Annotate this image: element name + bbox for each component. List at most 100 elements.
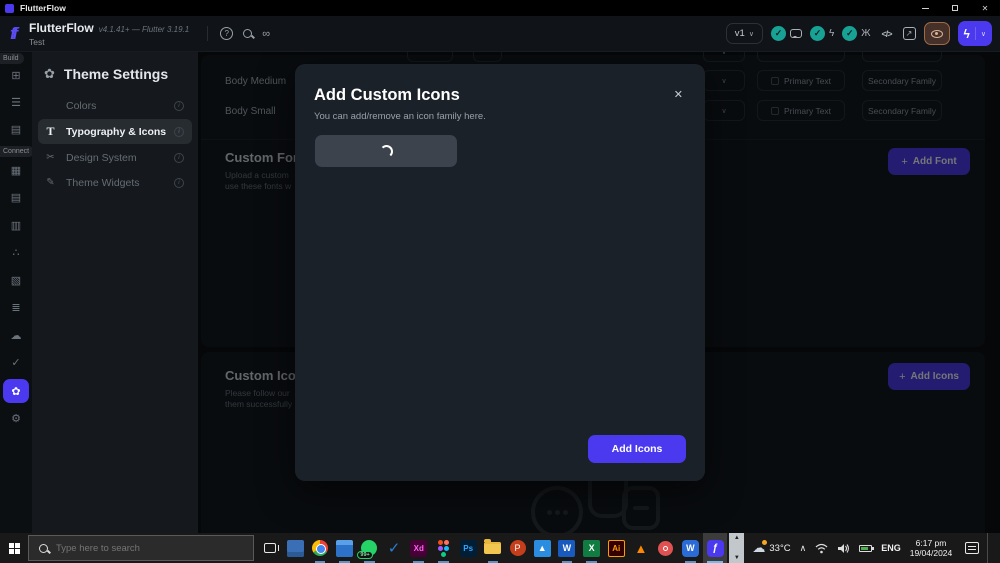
action-center-icon[interactable] xyxy=(965,542,979,554)
word-icon: W xyxy=(558,540,575,557)
menu-item-label: Theme Widgets xyxy=(66,177,140,189)
widget-tree-icon[interactable]: ☰ xyxy=(0,96,32,109)
taskbar-app-explorer[interactable] xyxy=(481,533,506,563)
menu-item-colors[interactable]: Colors i xyxy=(38,94,192,117)
pages-icon[interactable]: ⊞ xyxy=(0,69,32,82)
taskbar-app-figma[interactable] xyxy=(431,533,456,563)
menu-item-label: Typography & Icons xyxy=(66,126,166,138)
storage-icon[interactable]: ▦ xyxy=(0,164,32,177)
battery-icon[interactable] xyxy=(859,545,872,552)
figma-icon xyxy=(438,540,449,557)
photos-icon: ▲ xyxy=(534,540,551,557)
bug-icon: Ж xyxy=(861,28,870,39)
maximize-button[interactable] xyxy=(940,0,970,16)
export-icon[interactable]: ↗ xyxy=(903,27,916,40)
cloud-icon[interactable]: ☁ xyxy=(0,329,32,342)
taskbar-app-calendar[interactable] xyxy=(332,533,357,563)
dialog-close-icon[interactable]: ✕ xyxy=(674,88,683,101)
palette-icon: ✿ xyxy=(44,66,55,82)
search-icon[interactable] xyxy=(243,29,252,38)
wattpad-icon: W xyxy=(682,540,699,557)
start-button[interactable] xyxy=(0,533,28,563)
debug-status[interactable]: ✓ Ж xyxy=(842,26,870,41)
tests-status[interactable]: ✓ ϟ xyxy=(810,26,834,41)
info-icon[interactable]: i xyxy=(174,127,184,137)
taskbar-app-whatsapp[interactable]: 99+ xyxy=(357,533,382,563)
language-indicator[interactable]: ENG xyxy=(881,543,901,553)
comments-status[interactable]: ✓ xyxy=(771,26,802,41)
volume-icon[interactable] xyxy=(837,543,850,554)
taskbar-search[interactable] xyxy=(28,535,254,561)
menu-item-label: Colors xyxy=(66,100,96,112)
taskbar-app-excel[interactable]: X xyxy=(579,533,604,563)
api-icon[interactable]: ▤ xyxy=(0,191,32,204)
icon-family-loading-field[interactable] xyxy=(315,135,457,167)
info-icon[interactable]: i xyxy=(174,153,184,163)
taskbar-app-xd[interactable]: Xd xyxy=(406,533,431,563)
view-code-button[interactable]: </> xyxy=(879,29,895,39)
version-selector[interactable]: v1 ∨ xyxy=(726,23,763,44)
taskbar-app-illustrator[interactable]: Ai xyxy=(604,533,629,563)
temperature: 33°C xyxy=(769,543,790,554)
scroll-up-icon[interactable]: ▲ xyxy=(734,535,740,541)
menu-item-typography-icons[interactable]: T Typography & Icons i xyxy=(38,119,192,144)
scroll-down-icon[interactable]: ▼ xyxy=(734,555,740,561)
theme-settings-panel: ✿ Theme Settings Colors i T Typography &… xyxy=(32,52,198,533)
info-icon[interactable]: i xyxy=(174,178,184,188)
actions-icon[interactable]: ✓ xyxy=(0,356,32,369)
wifi-icon[interactable] xyxy=(815,543,828,554)
flutterflow-logo-icon: ff xyxy=(10,24,15,44)
taskbar-app-word[interactable]: W xyxy=(555,533,580,563)
taskbar-app-wattpad[interactable]: W xyxy=(678,533,703,563)
taskbar-app-recorder[interactable] xyxy=(653,533,678,563)
windows-logo-icon xyxy=(9,543,20,554)
bolt-icon: ϟ xyxy=(964,27,970,41)
panel-title: Theme Settings xyxy=(64,66,168,82)
rail-connect-label: Connect xyxy=(0,146,34,157)
taskbar-app-todo[interactable]: ✓ xyxy=(382,533,407,563)
flutterflow-taskbar-icon: ƒ xyxy=(707,540,724,557)
taskbar-scroll-control[interactable]: ▲ ▼ xyxy=(729,533,744,563)
clock[interactable]: 6:17 pm 19/04/2024 xyxy=(910,538,953,558)
components-icon[interactable]: ▤ xyxy=(0,123,32,136)
menu-item-design-system[interactable]: ✂ Design System i xyxy=(38,146,192,169)
close-button[interactable]: ✕ xyxy=(970,0,1000,16)
info-icon[interactable]: i xyxy=(174,101,184,111)
flutterflow-window: FlutterFlow ✕ ff FlutterFlow v4.1.41+ — … xyxy=(0,0,1000,563)
taskbar-app-powerpoint[interactable]: P xyxy=(505,533,530,563)
taskbar-app-photoshop[interactable]: Ps xyxy=(456,533,481,563)
documents-icon[interactable]: ▥ xyxy=(0,219,32,232)
preview-button[interactable] xyxy=(924,22,950,45)
theme-settings-icon-selected[interactable]: ✿ xyxy=(3,379,29,403)
logs-icon[interactable]: ≣ xyxy=(0,301,32,314)
task-view-button[interactable] xyxy=(257,533,283,563)
minimize-button[interactable] xyxy=(910,0,940,16)
media-icon[interactable]: ▧ xyxy=(0,274,32,287)
theme-widgets-icon: ✎ xyxy=(44,177,57,188)
check-circle-icon: ✓ xyxy=(842,26,857,41)
menu-item-theme-widgets[interactable]: ✎ Theme Widgets i xyxy=(38,171,192,194)
dialog-add-icons-button[interactable]: Add Icons xyxy=(588,435,686,463)
eye-icon xyxy=(931,30,943,38)
weather-widget[interactable]: ☁ 33°C xyxy=(752,540,790,556)
version-selector-label: v1 xyxy=(735,28,745,39)
chevron-down-icon: ∨ xyxy=(981,30,986,38)
dialog-title: Add Custom Icons xyxy=(314,86,460,105)
taskbar-app-photos[interactable]: ▲ xyxy=(530,533,555,563)
help-icon[interactable]: ? xyxy=(220,27,233,40)
settings-gear-icon[interactable]: ⚙ xyxy=(0,412,32,425)
show-desktop-button[interactable] xyxy=(987,533,990,563)
taskbar-app-calculator[interactable] xyxy=(283,533,308,563)
integrations-icon[interactable]: ∴ xyxy=(0,246,32,259)
share-link-icon[interactable]: ∞ xyxy=(262,28,270,40)
tray-expand-icon[interactable]: ∧ xyxy=(800,543,807,554)
search-input[interactable] xyxy=(56,543,226,554)
run-button[interactable]: ϟ ∨ xyxy=(958,21,992,46)
taskbar-app-vlc[interactable]: ▲ xyxy=(629,533,654,563)
project-title-block: FlutterFlow v4.1.41+ — Flutter 3.19.1 Te… xyxy=(29,21,189,47)
whatsapp-badge: 99+ xyxy=(357,551,372,559)
taskbar-app-flutterflow[interactable]: ƒ xyxy=(703,533,728,563)
calendar-icon xyxy=(336,540,353,557)
taskbar-app-chrome[interactable] xyxy=(308,533,333,563)
project-name: Test xyxy=(29,37,189,47)
